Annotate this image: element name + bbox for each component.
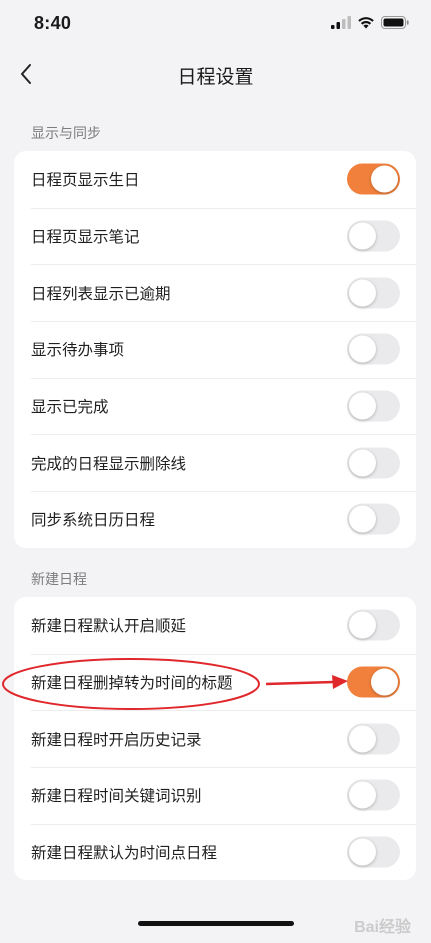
toggle-remove-time-title[interactable] — [347, 666, 400, 698]
settings-card-new-schedule: 新建日程默认开启顺延 新建日程删掉转为时间的标题 新建日程时开启历史记录 新建日… — [14, 597, 416, 881]
toggle-knob — [349, 505, 376, 533]
toggle-knob — [349, 449, 376, 477]
toggle-show-notes[interactable] — [347, 220, 400, 252]
setting-label: 新建日程删掉转为时间的标题 — [31, 674, 233, 693]
toggle-default-postpone[interactable] — [347, 609, 400, 641]
setting-label: 日程列表显示已逾期 — [31, 284, 171, 303]
status-bar: 8:40 — [0, 0, 431, 48]
setting-label: 同步系统日历日程 — [31, 511, 156, 530]
toggle-knob — [371, 668, 398, 696]
setting-row-sync-system-calendar: 同步系统日历日程 — [14, 491, 416, 548]
setting-row-show-notes: 日程页显示笔记 — [14, 207, 416, 265]
toggle-knob — [349, 838, 376, 866]
setting-row-show-overdue: 日程列表显示已逾期 — [14, 264, 416, 321]
setting-label: 显示待办事项 — [31, 341, 125, 360]
toggle-knob — [349, 725, 376, 753]
setting-row-history-record: 新建日程时开启历史记录 — [14, 710, 416, 767]
setting-label: 新建日程时间关键词识别 — [31, 787, 202, 806]
home-indicator[interactable] — [138, 921, 294, 926]
setting-row-time-keyword: 新建日程时间关键词识别 — [14, 767, 416, 824]
toggle-time-point-default[interactable] — [347, 836, 400, 868]
setting-label: 新建日程时开启历史记录 — [31, 730, 202, 749]
setting-label: 新建日程默认为时间点日程 — [31, 844, 218, 863]
setting-label: 日程页显示笔记 — [31, 228, 140, 247]
toggle-knob — [349, 279, 376, 307]
watermark: Bai经验 — [354, 919, 411, 936]
setting-row-remove-time-title: 新建日程删掉转为时间的标题 — [14, 653, 416, 711]
toggle-show-overdue[interactable] — [347, 277, 400, 309]
toggle-time-keyword[interactable] — [347, 779, 400, 811]
setting-label: 日程页显示生日 — [31, 171, 140, 190]
toggle-knob — [349, 611, 376, 639]
toggle-history-record[interactable] — [347, 723, 400, 755]
setting-row-strikethrough: 完成的日程显示删除线 — [14, 434, 416, 491]
navigation-bar: 日程设置 — [0, 48, 431, 100]
setting-row-show-birthday: 日程页显示生日 — [14, 151, 416, 208]
toggle-knob — [349, 781, 376, 809]
toggle-knob — [349, 335, 376, 363]
setting-label: 完成的日程显示删除线 — [31, 454, 187, 473]
toggle-show-birthday[interactable] — [347, 163, 400, 195]
setting-label: 新建日程默认开启顺延 — [31, 617, 187, 636]
wifi-icon — [358, 16, 374, 28]
battery-icon — [381, 15, 409, 29]
toggle-strikethrough[interactable] — [347, 447, 400, 479]
section-header-new-schedule: 新建日程 — [31, 572, 87, 588]
setting-row-time-point-default: 新建日程默认为时间点日程 — [14, 823, 416, 881]
toggle-knob — [371, 165, 398, 193]
toggle-sync-system-calendar[interactable] — [347, 503, 400, 535]
toggle-show-completed[interactable] — [347, 390, 400, 422]
section-header-display-sync: 显示与同步 — [31, 126, 101, 142]
cellular-signal-icon — [331, 15, 351, 29]
settings-card-display-sync: 日程页显示生日 日程页显示笔记 日程列表显示已逾期 显示待办事项 显示已完成 完… — [14, 151, 416, 548]
setting-label: 显示已完成 — [31, 398, 109, 417]
toggle-knob — [349, 222, 376, 250]
setting-row-show-completed: 显示已完成 — [14, 377, 416, 435]
setting-row-show-todos: 显示待办事项 — [14, 321, 416, 378]
setting-row-default-postpone: 新建日程默认开启顺延 — [14, 597, 416, 654]
toggle-show-todos[interactable] — [347, 333, 400, 365]
status-time: 8:40 — [34, 13, 72, 33]
page-title: 日程设置 — [177, 66, 254, 88]
toggle-knob — [349, 392, 376, 420]
status-icons — [331, 14, 409, 30]
